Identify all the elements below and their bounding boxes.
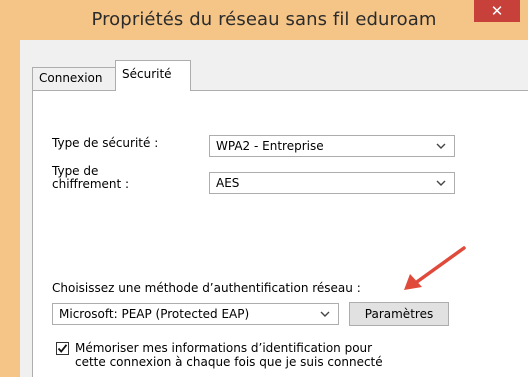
tab-securite-label: Sécurité xyxy=(122,67,172,81)
tab-securite[interactable]: Sécurité xyxy=(115,60,191,91)
auth-method-label: Choisissez une méthode d’authentificatio… xyxy=(52,281,361,295)
checkmark-icon xyxy=(57,344,68,353)
chevron-down-icon xyxy=(318,304,332,324)
window-title: Propriétés du réseau sans fil eduroam xyxy=(91,9,437,30)
auth-method-select[interactable]: Microsoft: PEAP (Protected EAP) xyxy=(52,303,339,325)
remember-credentials-checkbox[interactable] xyxy=(56,342,69,355)
encryption-type-select[interactable]: AES xyxy=(209,172,455,194)
tab-connexion-label: Connexion xyxy=(39,71,103,85)
close-button[interactable]: ✕ xyxy=(474,0,520,22)
title-bar[interactable]: Propriétés du réseau sans fil eduroam ✕ xyxy=(0,0,528,40)
chevron-down-icon xyxy=(434,173,448,193)
chevron-down-icon xyxy=(434,136,448,156)
red-arrow-annotation xyxy=(404,246,466,290)
security-type-label: Type de sécurité : xyxy=(52,136,159,150)
remember-credentials-line2: cette connexion à chaque fois que je sui… xyxy=(75,355,383,369)
security-tab-panel: Type de sécurité : WPA2 - Entreprise Typ… xyxy=(32,90,528,377)
settings-button[interactable]: Paramètres xyxy=(349,302,449,326)
dialog-window: Propriétés du réseau sans fil eduroam ✕ … xyxy=(0,0,528,377)
tab-connexion[interactable]: Connexion xyxy=(32,67,116,90)
encryption-type-label-line2: chiffrement : xyxy=(52,177,130,191)
remember-credentials-line1: Mémoriser mes informations d’identificat… xyxy=(75,341,373,355)
security-type-select[interactable]: WPA2 - Entreprise xyxy=(209,135,455,157)
encryption-type-value: AES xyxy=(216,176,240,190)
dialog-client-area: Connexion Sécurité Type de sécurité : WP… xyxy=(20,40,528,377)
auth-method-value: Microsoft: PEAP (Protected EAP) xyxy=(59,307,250,321)
security-type-value: WPA2 - Entreprise xyxy=(216,139,324,153)
close-icon: ✕ xyxy=(490,1,504,20)
